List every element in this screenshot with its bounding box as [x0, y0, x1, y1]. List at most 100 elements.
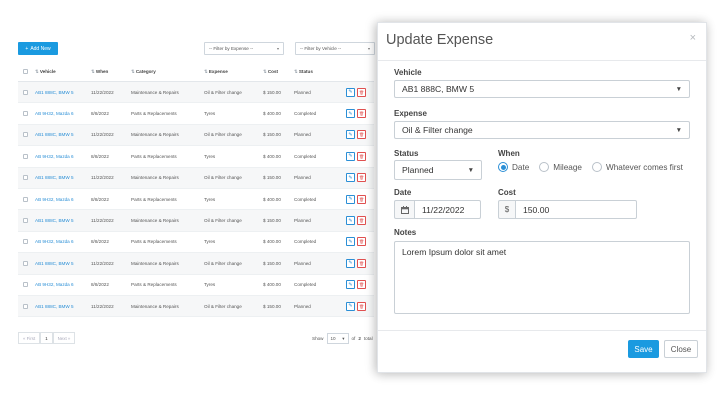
table-row[interactable]: AB 9H32, Mazda 6 8/8/2022 Parts & Replacem…: [18, 275, 374, 296]
edit-icon[interactable]: ✎: [346, 173, 355, 183]
table-row[interactable]: AB 9H32, Mazda 6 8/8/2022 Parts & Replacem…: [18, 146, 374, 168]
table-row[interactable]: AB1 888C, BMW 5 11/22/2022 Maintenance & R…: [18, 210, 374, 232]
cell-category: Maintenance & Repairs: [131, 218, 179, 224]
calendar-icon[interactable]: [394, 200, 415, 219]
close-icon[interactable]: ×: [690, 32, 696, 44]
cell-vehicle[interactable]: AB 9H32, Mazda 6: [32, 282, 91, 287]
column-header-category[interactable]: ⇅Category: [131, 69, 204, 75]
modal-title: Update Expense: [386, 32, 494, 48]
sort-icon: ⇅: [91, 68, 95, 74]
expense-select[interactable]: Oil & Filter change ▼: [394, 121, 690, 139]
next-page-button[interactable]: Next »: [52, 332, 76, 344]
cell-vehicle[interactable]: AB 9H32, Mazda 6: [32, 154, 91, 159]
row-checkbox[interactable]: [22, 175, 28, 181]
table-row[interactable]: AB1 888C, BMW 5 11/22/2022 Maintenance & R…: [18, 82, 374, 104]
row-checkbox[interactable]: [22, 89, 28, 95]
edit-icon[interactable]: ✎: [346, 237, 355, 247]
delete-icon[interactable]: 🗑: [357, 237, 366, 247]
column-header-status[interactable]: ⇅Status: [294, 69, 346, 75]
cell-status: Completed: [294, 282, 317, 288]
cell-vehicle[interactable]: AB 9H32, Mazda 6: [32, 197, 91, 202]
total-label: total: [363, 336, 373, 341]
status-select[interactable]: Planned ▼: [394, 160, 482, 180]
delete-icon[interactable]: 🗑: [357, 87, 366, 97]
when-option-date[interactable]: Date: [498, 162, 529, 172]
row-checkbox[interactable]: [22, 218, 28, 224]
cost-input[interactable]: 150.00: [515, 200, 637, 219]
expenses-page: + Add New -- Filter by Expense -- ▾ -- F…: [0, 0, 720, 400]
delete-icon[interactable]: 🗑: [357, 194, 366, 204]
cell-vehicle[interactable]: AB1 888C, BMW 5: [32, 304, 91, 309]
cell-cost: $ 400.00: [263, 111, 281, 117]
delete-icon[interactable]: 🗑: [357, 280, 366, 290]
cell-vehicle[interactable]: AB1 888C, BMW 5: [32, 175, 91, 180]
select-all-checkbox[interactable]: [22, 69, 28, 74]
filter-vehicle-select[interactable]: -- Filter by Vehicle -- ▾: [295, 42, 375, 55]
table-row[interactable]: AB1 888C, BMW 5 11/22/2022 Maintenance & R…: [18, 124, 374, 147]
edit-icon[interactable]: ✎: [346, 258, 355, 268]
save-button[interactable]: Save: [628, 340, 659, 358]
delete-icon[interactable]: 🗑: [357, 130, 366, 140]
delete-icon[interactable]: 🗑: [357, 173, 366, 183]
table-row[interactable]: AB 9H32, Mazda 6 8/8/2022 Parts & Replacem…: [18, 189, 374, 211]
notes-textarea[interactable]: Lorem Ipsum dolor sit amet: [394, 241, 690, 314]
filter-expense-select[interactable]: -- Filter by Expense -- ▾: [204, 42, 284, 55]
edit-icon[interactable]: ✎: [346, 216, 355, 226]
date-input[interactable]: 11/22/2022: [414, 200, 481, 219]
table-row[interactable]: AB1 888C, BMW 5 11/22/2022 Maintenance & R…: [18, 253, 374, 275]
cell-vehicle[interactable]: AB1 888C, BMW 5: [32, 90, 91, 95]
column-header-expense[interactable]: ⇅Expense: [204, 69, 263, 75]
edit-icon[interactable]: ✎: [346, 194, 355, 204]
sort-icon: ⇅: [204, 68, 208, 74]
first-page-button[interactable]: « First: [18, 332, 41, 344]
edit-icon[interactable]: ✎: [346, 87, 355, 97]
column-header-when[interactable]: ⇅When: [91, 69, 131, 75]
edit-icon[interactable]: ✎: [346, 130, 355, 140]
page-size-select[interactable]: 10 ▾: [326, 333, 349, 344]
row-checkbox[interactable]: [22, 303, 28, 309]
row-checkbox[interactable]: [22, 196, 28, 202]
row-checkbox[interactable]: [22, 153, 28, 159]
delete-icon[interactable]: 🗑: [357, 109, 366, 119]
when-option-mileage[interactable]: Mileage: [539, 162, 582, 172]
when-radio-group: Date Mileage Whatever comes first: [498, 162, 693, 172]
cell-status: Planned: [294, 303, 311, 309]
delete-icon[interactable]: 🗑: [357, 151, 366, 161]
row-checkbox[interactable]: [22, 132, 28, 138]
table-row[interactable]: AB 9H32, Mazda 6 8/8/2022 Parts & Replacem…: [18, 103, 374, 125]
cell-vehicle[interactable]: AB1 888C, BMW 5: [32, 132, 91, 137]
table-row[interactable]: AB1 888C, BMW 5 11/22/2022 Maintenance & R…: [18, 295, 374, 318]
edit-icon[interactable]: ✎: [346, 280, 355, 290]
edit-icon[interactable]: ✎: [346, 151, 355, 161]
vehicle-value: AB1 888C, BMW 5: [402, 84, 475, 94]
when-option-label: Whatever comes first: [605, 162, 683, 172]
cell-when: 11/22/2022: [91, 303, 114, 309]
table-row[interactable]: AB 9H32, Mazda 6 8/8/2022 Parts & Replacem…: [18, 232, 374, 254]
row-checkbox[interactable]: [22, 260, 28, 266]
status-value: Planned: [402, 165, 434, 175]
row-checkbox[interactable]: [22, 239, 28, 245]
edit-icon[interactable]: ✎: [346, 109, 355, 119]
column-header-cost[interactable]: ⇅Cost: [263, 69, 294, 75]
filter-expense-value: -- Filter by Expense --: [209, 46, 254, 51]
edit-icon[interactable]: ✎: [346, 301, 355, 311]
row-checkbox[interactable]: [22, 282, 28, 288]
add-new-button[interactable]: + Add New: [18, 42, 58, 55]
vehicle-select[interactable]: AB1 888C, BMW 5 ▼: [394, 80, 690, 98]
cell-vehicle[interactable]: AB1 888C, BMW 5: [32, 218, 91, 223]
cell-expense: Oil & Filter change: [204, 89, 242, 95]
row-checkbox[interactable]: [22, 111, 28, 117]
cell-vehicle[interactable]: AB1 888C, BMW 5: [32, 261, 91, 266]
when-option-whatever[interactable]: Whatever comes first: [591, 162, 683, 172]
page-number-button[interactable]: 1: [40, 332, 53, 344]
table-row[interactable]: AB1 888C, BMW 5 11/22/2022 Maintenance & R…: [18, 167, 374, 189]
close-button[interactable]: Close: [664, 340, 698, 358]
delete-icon[interactable]: 🗑: [357, 301, 366, 311]
delete-icon[interactable]: 🗑: [357, 258, 366, 268]
page-size-control: Show 10 ▾ of 2 total: [312, 333, 373, 344]
table-body: AB1 888C, BMW 5 11/22/2022 Maintenance & R…: [18, 82, 374, 318]
column-header-vehicle[interactable]: ⇅Vehicle: [32, 69, 91, 75]
cell-vehicle[interactable]: AB 9H32, Mazda 6: [32, 111, 91, 116]
cell-vehicle[interactable]: AB 9H32, Mazda 6: [32, 239, 91, 244]
delete-icon[interactable]: 🗑: [357, 216, 366, 226]
